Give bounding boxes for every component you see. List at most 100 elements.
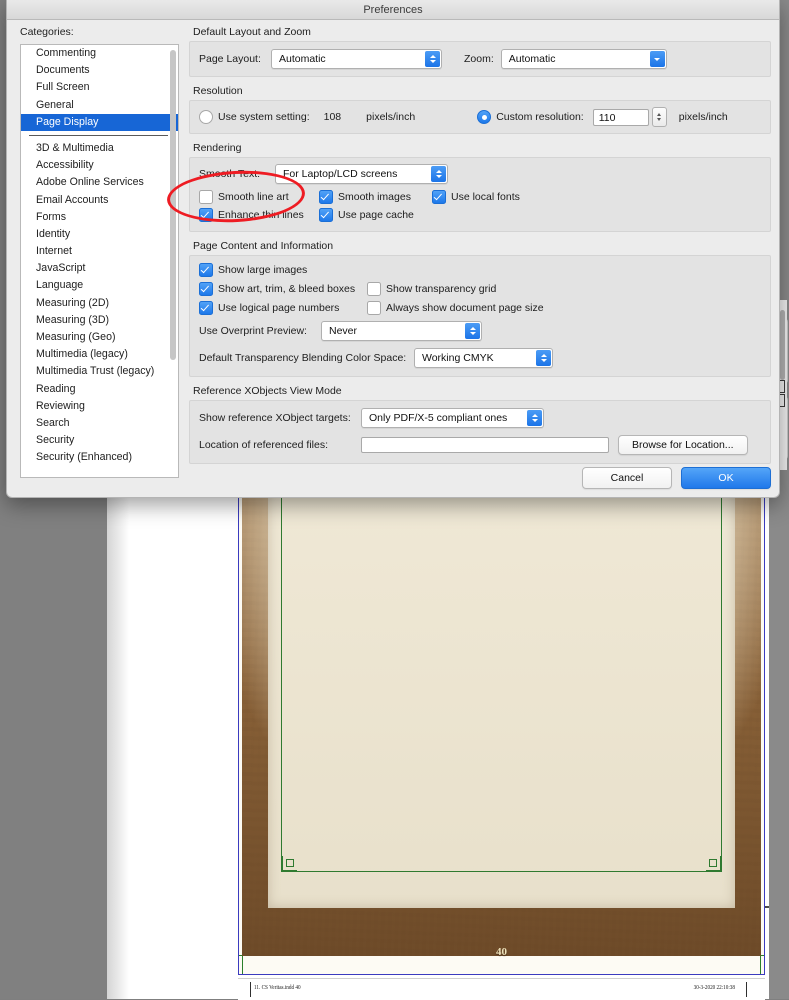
show-art-trim-bleed-checkbox[interactable]: Show art, trim, & bleed boxes xyxy=(199,282,367,296)
overprint-value: Never xyxy=(329,325,358,337)
categories-list[interactable]: Commenting Documents Full Screen General… xyxy=(20,44,179,478)
settings-pane: Default Layout and Zoom Page Layout: Aut… xyxy=(189,26,771,497)
smooth-line-art-checkbox[interactable]: Smooth line art xyxy=(199,190,319,204)
checkbox-indicator xyxy=(199,190,213,204)
row-referenced-location: Location of referenced files: Browse for… xyxy=(199,435,761,455)
sidebar-item-general[interactable]: General xyxy=(21,97,178,114)
ok-button[interactable]: OK xyxy=(681,467,771,489)
sidebar-item-language[interactable]: Language xyxy=(21,277,178,294)
row-xobject-targets: Show reference XObject targets: Only PDF… xyxy=(199,408,761,428)
sidebar-item-javascript[interactable]: JavaScript xyxy=(21,260,178,277)
use-page-cache-checkbox[interactable]: Use page cache xyxy=(319,208,414,222)
sidebar-item-measuring-2d[interactable]: Measuring (2D) xyxy=(21,295,178,312)
group-xobjects: Show reference XObject targets: Only PDF… xyxy=(189,400,771,464)
always-show-page-size-label: Always show document page size xyxy=(386,302,544,314)
sidebar-item-internet[interactable]: Internet xyxy=(21,243,178,260)
smooth-images-checkbox[interactable]: Smooth images xyxy=(319,190,432,204)
smooth-text-select[interactable]: For Laptop/LCD screens xyxy=(275,164,448,184)
row-render-checkboxes-1: Smooth line art Smooth images Use local … xyxy=(199,190,761,204)
sidebar-item-security[interactable]: Security xyxy=(21,432,178,449)
categories-scrollbar-thumb[interactable] xyxy=(170,50,176,360)
preferences-dialog[interactable]: Preferences Categories: Commenting Docum… xyxy=(6,0,780,498)
row-render-checkboxes-2: Enhance thin lines Use page cache xyxy=(199,208,761,222)
sidebar-item-commenting[interactable]: Commenting xyxy=(21,45,178,62)
sidebar-item-email-accounts[interactable]: Email Accounts xyxy=(21,192,178,209)
row-smooth-text: Smooth Text: For Laptop/LCD screens xyxy=(199,164,761,184)
browse-for-location-button[interactable]: Browse for Location... xyxy=(618,435,748,455)
background-scrollbar-thumb[interactable] xyxy=(780,310,785,380)
blending-label: Default Transparency Blending Color Spac… xyxy=(199,352,407,364)
stepper-chevrons-icon[interactable] xyxy=(527,410,542,426)
sidebar-item-full-screen[interactable]: Full Screen xyxy=(21,79,178,96)
categories-label: Categories: xyxy=(20,26,74,38)
sidebar-item-security-enhanced[interactable]: Security (Enhanced) xyxy=(21,449,178,466)
sidebar-item-measuring-geo[interactable]: Measuring (Geo) xyxy=(21,329,178,346)
chevron-down-icon[interactable] xyxy=(649,51,665,67)
custom-resolution-units: pixels/inch xyxy=(678,111,728,123)
dialog-body: Categories: Commenting Documents Full Sc… xyxy=(7,20,779,497)
checkbox-indicator xyxy=(367,301,381,315)
checkbox-indicator xyxy=(432,190,446,204)
row-resolution: Use system setting: 108 pixels/inch Cust… xyxy=(199,107,761,127)
page-layout-label: Page Layout: xyxy=(199,53,261,65)
group-title-rendering: Rendering xyxy=(193,142,242,154)
group-page-content: Show large images Show art, trim, & blee… xyxy=(189,255,771,377)
smooth-text-label: Smooth Text: xyxy=(199,168,261,180)
stepper-chevrons-icon[interactable] xyxy=(465,323,480,339)
sidebar-item-3d-multimedia[interactable]: 3D & Multimedia xyxy=(21,140,178,157)
blending-select[interactable]: Working CMYK xyxy=(414,348,553,368)
corner-ornament-icon xyxy=(706,856,722,872)
sidebar-item-reviewing[interactable]: Reviewing xyxy=(21,398,178,415)
group-rendering: Smooth Text: For Laptop/LCD screens Smoo… xyxy=(189,157,771,232)
show-large-images-label: Show large images xyxy=(218,264,308,276)
referenced-files-input[interactable] xyxy=(361,437,609,453)
sidebar-item-adobe-online-services[interactable]: Adobe Online Services xyxy=(21,174,178,191)
stepper-chevrons-icon[interactable] xyxy=(536,350,551,366)
row-overprint: Use Overprint Preview: Never xyxy=(199,321,761,341)
page-layout-select[interactable]: Automatic xyxy=(271,49,442,69)
stepper-chevrons-icon[interactable] xyxy=(425,51,440,67)
radio-indicator xyxy=(477,110,492,124)
sidebar-item-multimedia-legacy[interactable]: Multimedia (legacy) xyxy=(21,346,178,363)
stepper-chevrons-icon[interactable] xyxy=(431,166,446,182)
enhance-thin-lines-checkbox[interactable]: Enhance thin lines xyxy=(199,208,319,222)
xobject-targets-select[interactable]: Only PDF/X-5 compliant ones xyxy=(361,408,544,428)
sidebar-item-multimedia-trust-legacy[interactable]: Multimedia Trust (legacy) xyxy=(21,363,178,380)
sidebar-item-page-display[interactable]: Page Display xyxy=(21,113,178,131)
sidebar-item-measuring-3d[interactable]: Measuring (3D) xyxy=(21,312,178,329)
system-resolution-value: 108 xyxy=(323,111,342,123)
use-logical-page-numbers-checkbox[interactable]: Use logical page numbers xyxy=(199,301,367,315)
checkbox-indicator xyxy=(199,282,213,296)
custom-resolution-radio[interactable]: Custom resolution: xyxy=(477,110,584,124)
show-large-images-checkbox[interactable]: Show large images xyxy=(199,263,307,277)
use-local-fonts-checkbox[interactable]: Use local fonts xyxy=(432,190,520,204)
zoom-label: Zoom: xyxy=(464,53,494,65)
sidebar-item-identity[interactable]: Identity xyxy=(21,226,178,243)
checkbox-indicator xyxy=(199,263,213,277)
custom-resolution-label: Custom resolution: xyxy=(496,111,584,123)
sidebar-item-search[interactable]: Search xyxy=(21,415,178,432)
sidebar-item-documents[interactable]: Documents xyxy=(21,62,178,79)
custom-resolution-stepper[interactable] xyxy=(651,107,667,127)
custom-resolution-input[interactable]: 110 xyxy=(592,108,649,126)
sidebar-item-accessibility[interactable]: Accessibility xyxy=(21,157,178,174)
show-transparency-grid-label: Show transparency grid xyxy=(386,283,497,295)
use-system-setting-label: Use system setting: xyxy=(218,111,310,123)
overprint-label: Use Overprint Preview: xyxy=(199,325,307,337)
dialog-titlebar[interactable]: Preferences xyxy=(7,0,779,20)
sidebar-item-reading[interactable]: Reading xyxy=(21,381,178,398)
sidebar-item-forms[interactable]: Forms xyxy=(21,209,178,226)
group-title-layout-zoom: Default Layout and Zoom xyxy=(193,26,311,38)
smooth-images-label: Smooth images xyxy=(338,191,411,203)
checkbox-indicator xyxy=(319,190,333,204)
show-transparency-grid-checkbox[interactable]: Show transparency grid xyxy=(367,282,496,296)
overprint-select[interactable]: Never xyxy=(321,321,482,341)
always-show-page-size-checkbox[interactable]: Always show document page size xyxy=(367,301,544,315)
sidebar-divider xyxy=(29,134,168,136)
zoom-select[interactable]: Automatic xyxy=(500,49,667,69)
categories-sidebar: Categories: Commenting Documents Full Sc… xyxy=(13,26,179,497)
cancel-button[interactable]: Cancel xyxy=(582,467,672,489)
categories-scrollbar[interactable] xyxy=(170,48,176,474)
row-show-large-images: Show large images xyxy=(199,263,761,277)
use-system-setting-radio[interactable]: Use system setting: xyxy=(199,110,310,124)
